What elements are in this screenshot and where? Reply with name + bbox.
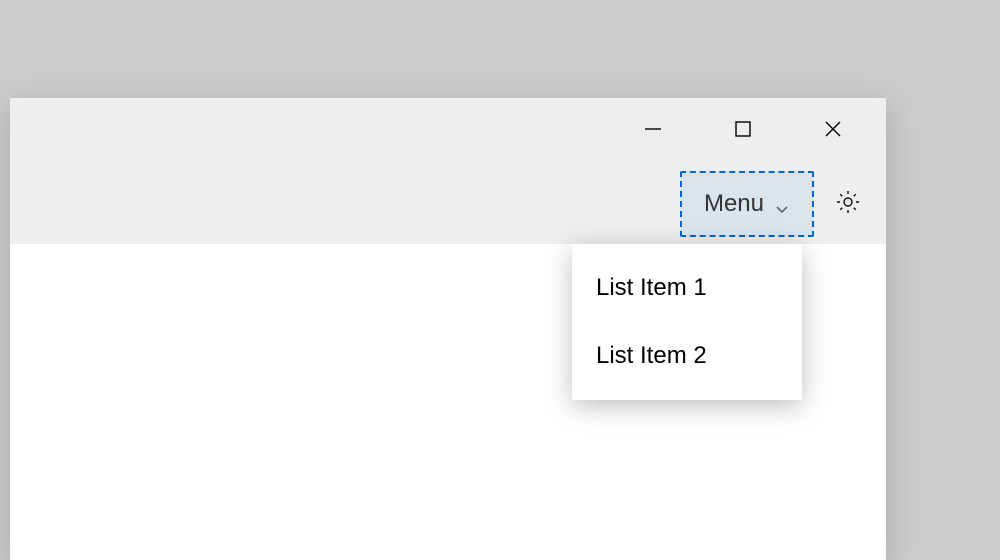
close-icon — [823, 119, 843, 144]
maximize-button[interactable] — [698, 98, 788, 164]
menu-dropdown: List Item 1 List Item 2 — [572, 244, 802, 400]
close-button[interactable] — [788, 98, 878, 164]
chevron-down-icon — [774, 196, 790, 212]
settings-button[interactable] — [818, 171, 878, 237]
toolbar: Menu — [10, 164, 886, 244]
gear-icon — [834, 188, 862, 221]
maximize-icon — [733, 119, 753, 144]
minimize-icon — [643, 119, 663, 144]
menu-item-label: List Item 2 — [596, 342, 707, 369]
menu-item[interactable]: List Item 1 — [572, 254, 802, 322]
menu-label: Menu — [704, 190, 764, 218]
menu-item[interactable]: List Item 2 — [572, 322, 802, 390]
menu-dropdown-button[interactable]: Menu — [680, 171, 814, 237]
minimize-button[interactable] — [608, 98, 698, 164]
titlebar — [10, 98, 886, 164]
menu-item-label: List Item 1 — [596, 274, 707, 301]
